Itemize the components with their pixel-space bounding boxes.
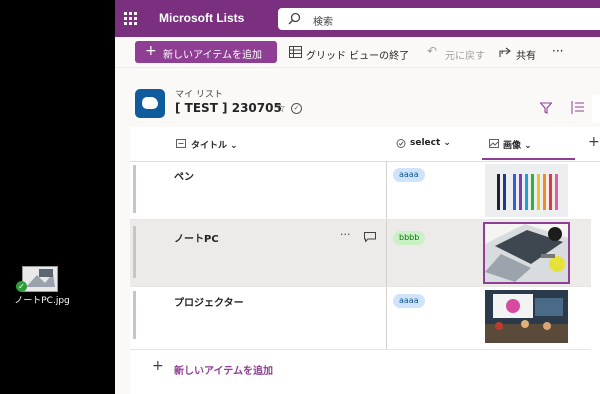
row-title[interactable]: ノートPC — [174, 230, 219, 245]
new-item-button[interactable]: + 新しいアイテムを追加 — [135, 41, 277, 63]
list-title[interactable]: [ TEST ] 230705 — [175, 101, 282, 115]
filter-icon[interactable] — [540, 102, 552, 114]
row-title[interactable]: ペン — [174, 168, 194, 183]
choice-pill: bbbb — [393, 231, 426, 245]
share-icon — [499, 47, 511, 57]
grid-icon — [289, 46, 302, 58]
search-icon — [288, 12, 301, 25]
app-header: Microsoft Lists 検索 — [115, 0, 600, 37]
cell-divider — [386, 220, 387, 286]
search-box[interactable]: 検索 — [278, 8, 600, 30]
choice-pill: aaaa — [393, 168, 425, 182]
breadcrumb[interactable]: マイ リスト — [175, 87, 223, 100]
app-title[interactable]: Microsoft Lists — [159, 11, 244, 25]
table-row[interactable]: ペン aaaa — [130, 161, 591, 220]
row-image[interactable] — [483, 222, 570, 284]
search-placeholder: 検索 — [313, 17, 333, 28]
exit-grid-view-button[interactable]: グリッド ビューの終了 — [306, 47, 409, 62]
view-options-icon[interactable] — [571, 101, 584, 114]
column-header-image[interactable]: 画像 ⌄ — [503, 138, 532, 151]
choice-column-icon — [396, 139, 406, 148]
add-column-button[interactable]: + — [588, 134, 600, 150]
image-thumbnail-icon — [22, 266, 58, 292]
cell-divider — [386, 287, 387, 349]
favorite-star-icon[interactable]: ☆ — [275, 101, 286, 115]
row-more-button[interactable]: ··· — [340, 228, 351, 241]
column-header-title[interactable]: タイトル ⌄ — [191, 138, 238, 151]
list-grid: タイトル ⌄ select ⌄ 画像 ⌄ + ペン aaaa ノートPC ···… — [130, 127, 600, 394]
more-commands-button[interactable]: ··· — [552, 44, 563, 58]
text-column-icon — [176, 139, 186, 148]
view-pane-edge — [592, 95, 600, 123]
add-item-row[interactable]: + 新しいアイテムを追加 — [130, 353, 591, 383]
table-row[interactable]: ノートPC ··· bbbb — [130, 220, 591, 287]
desktop-file-label: ノートPC.jpg — [14, 296, 70, 306]
undo-icon: ↶ — [427, 44, 438, 58]
choice-pill: aaaa — [393, 294, 425, 308]
selected-column-indicator — [482, 158, 575, 160]
command-bar: + 新しいアイテムを追加 グリッド ビューの終了 ↶ 元に戻す 共有 ··· — [115, 37, 600, 68]
sync-check-icon: ✓ — [16, 281, 27, 292]
list-icon — [135, 89, 165, 118]
app-launcher-icon[interactable] — [124, 12, 138, 26]
plus-icon: + — [145, 43, 157, 59]
comment-icon[interactable] — [364, 232, 376, 242]
undo-button[interactable]: 元に戻す — [445, 47, 485, 62]
row-image[interactable] — [485, 164, 568, 217]
verified-check-icon[interactable]: ✓ — [291, 103, 302, 114]
column-header-select[interactable]: select ⌄ — [410, 138, 451, 148]
cell-divider — [386, 161, 387, 219]
grid-header: タイトル ⌄ select ⌄ 画像 ⌄ + — [130, 127, 600, 162]
plus-icon: + — [152, 358, 164, 374]
row-image[interactable] — [485, 290, 568, 343]
row-selector[interactable] — [133, 291, 136, 339]
row-selector[interactable] — [133, 226, 136, 278]
row-title[interactable]: プロジェクター — [174, 294, 244, 309]
add-item-label[interactable]: 新しいアイテムを追加 — [174, 362, 273, 377]
table-row[interactable]: プロジェクター aaaa — [130, 287, 591, 350]
row-selector[interactable] — [133, 165, 136, 213]
share-button[interactable]: 共有 — [516, 47, 536, 62]
image-column-icon — [489, 139, 499, 148]
lists-window: Microsoft Lists 検索 + 新しいアイテムを追加 グリッド ビュー… — [115, 0, 600, 394]
